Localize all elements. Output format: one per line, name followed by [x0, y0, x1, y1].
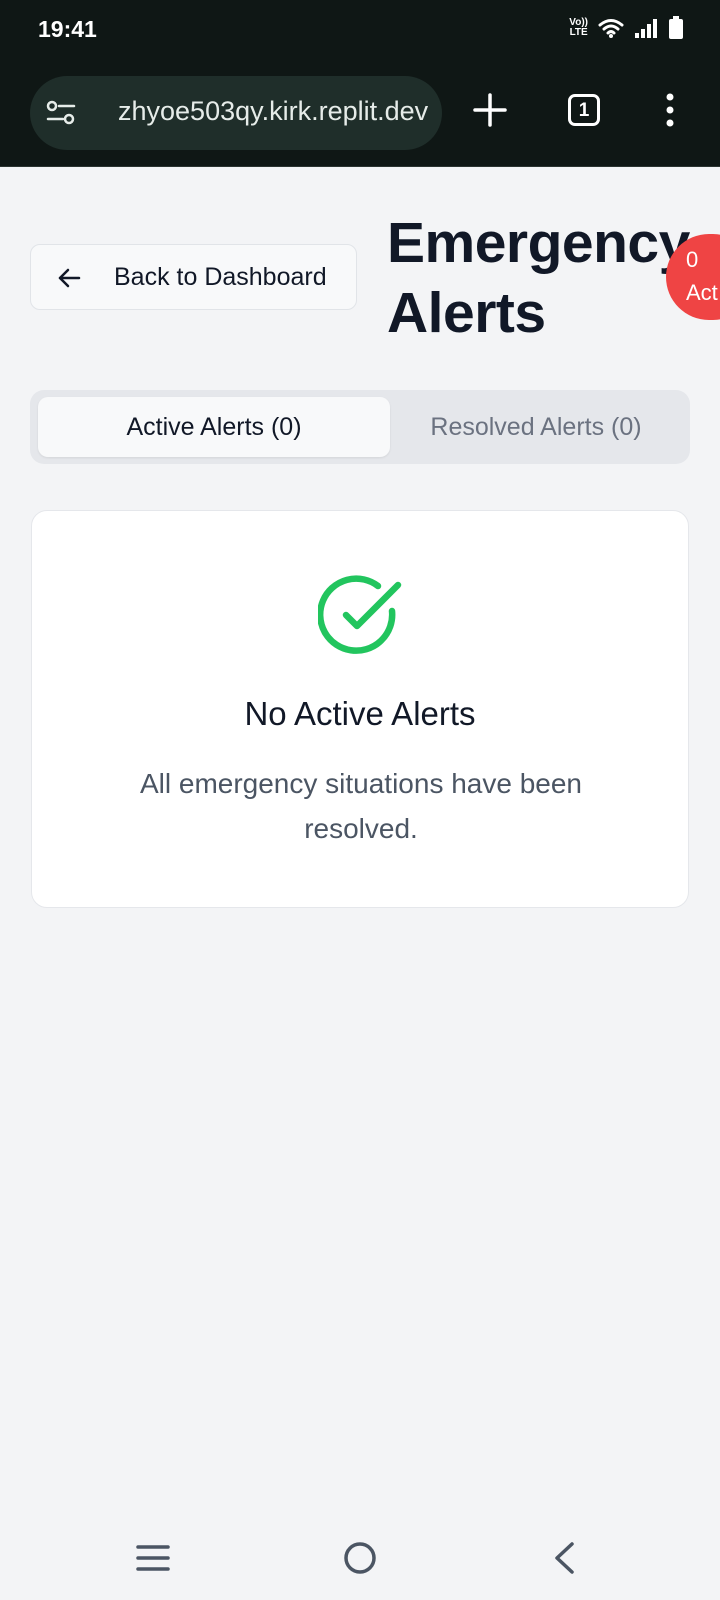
browser-toolbar: zhyoe503qy.kirk.replit.dev 1	[0, 64, 720, 167]
site-settings-icon[interactable]	[46, 100, 76, 126]
badge-count: 0	[686, 247, 699, 272]
empty-state-title: No Active Alerts	[244, 695, 476, 732]
status-bar: 19:41 Vo)) LTE	[0, 0, 720, 64]
signal-icon	[635, 19, 657, 38]
back-button-label: Back to Dashboard	[114, 263, 327, 291]
tabs-icon[interactable]: 1	[568, 94, 600, 126]
battery-icon	[669, 16, 683, 39]
volte-label-bottom: LTE	[569, 27, 588, 38]
page-title-line2: Alerts	[387, 281, 546, 345]
arrow-left-icon	[58, 268, 81, 288]
status-icons: Vo)) LTE	[569, 16, 684, 40]
back-to-dashboard-button[interactable]: Back to Dashboard	[30, 244, 357, 310]
address-bar[interactable]: zhyoe503qy.kirk.replit.dev	[30, 76, 442, 150]
page-title-line1: Emergency	[387, 211, 690, 275]
badge-label: Act	[686, 280, 718, 305]
status-time: 19:41	[38, 16, 97, 42]
back-icon[interactable]	[552, 1542, 576, 1574]
system-navigation-bar	[0, 1528, 720, 1600]
page-title: Emergency Alerts	[387, 208, 690, 348]
tab-active-alerts[interactable]: Active Alerts (0)	[38, 397, 390, 457]
empty-state-description: All emergency situations have been resol…	[139, 768, 583, 844]
wifi-icon	[598, 19, 624, 38]
tab-resolved-alerts[interactable]: Resolved Alerts (0)	[390, 397, 682, 457]
home-icon[interactable]	[343, 1541, 377, 1575]
check-circle-icon	[318, 575, 402, 654]
empty-state-card: No Active Alerts All emergency situation…	[31, 510, 689, 908]
volte-icon: Vo)) LTE	[569, 18, 588, 38]
alert-tabs: Active Alerts (0) Resolved Alerts (0)	[30, 390, 690, 464]
more-menu-icon[interactable]	[664, 92, 676, 128]
recents-icon[interactable]	[136, 1544, 170, 1572]
url-text[interactable]: zhyoe503qy.kirk.replit.dev	[118, 96, 442, 127]
new-tab-icon[interactable]	[472, 92, 508, 128]
